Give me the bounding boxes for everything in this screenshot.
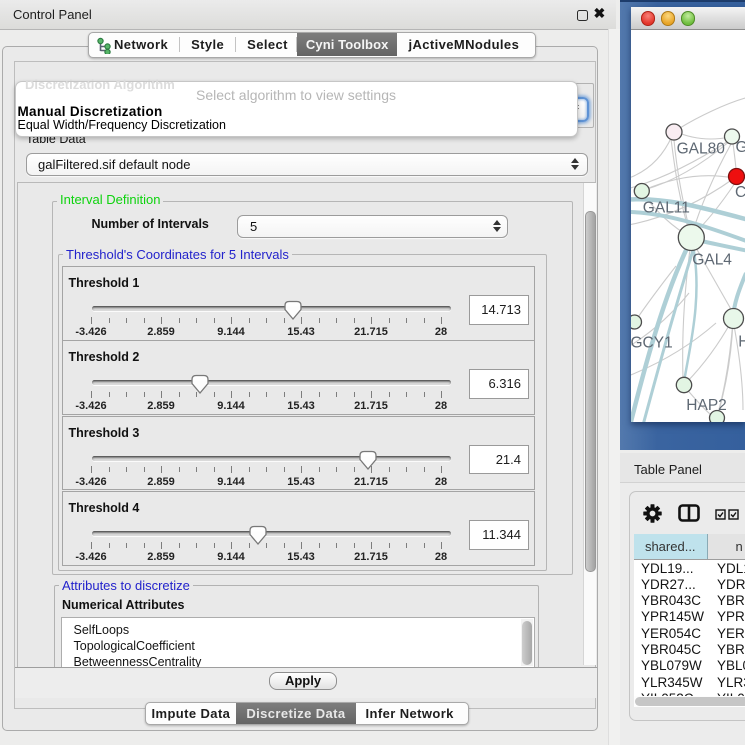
- svg-text:GCY1: GCY1: [631, 334, 673, 351]
- svg-text:GAL4: GAL4: [692, 251, 732, 268]
- svg-text:G: G: [736, 139, 745, 156]
- svg-text:C: C: [735, 184, 745, 201]
- svg-text:GAL80: GAL80: [677, 140, 726, 157]
- svg-text:GAL11: GAL11: [643, 199, 690, 216]
- svg-text:H: H: [738, 333, 745, 350]
- svg-text:HAP2: HAP2: [686, 397, 727, 414]
